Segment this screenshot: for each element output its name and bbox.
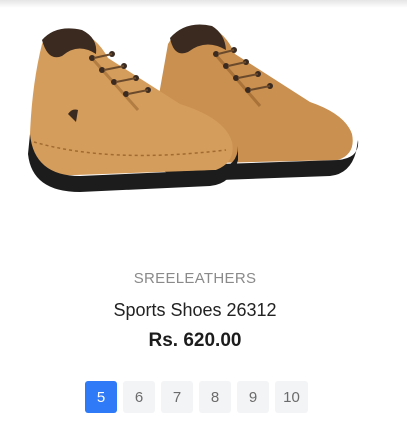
product-price: Rs. 620.00: [148, 330, 242, 351]
page-button-6[interactable]: 6: [123, 381, 155, 413]
product-title[interactable]: Sports Shoes 26312: [0, 300, 390, 321]
page-button-9[interactable]: 9: [237, 381, 269, 413]
page-button-7[interactable]: 7: [161, 381, 193, 413]
product-brand: SREELEATHERS: [133, 270, 257, 287]
product-image[interactable]: [20, 14, 370, 199]
product-card: SREELEATHERS Sports Shoes 26312 Rs. 620.…: [0, 0, 407, 434]
pagination: 5 6 7 8 9 10: [85, 381, 308, 413]
page-button-8[interactable]: 8: [199, 381, 231, 413]
page-button-10[interactable]: 10: [275, 381, 308, 413]
page-button-5[interactable]: 5: [85, 381, 117, 413]
